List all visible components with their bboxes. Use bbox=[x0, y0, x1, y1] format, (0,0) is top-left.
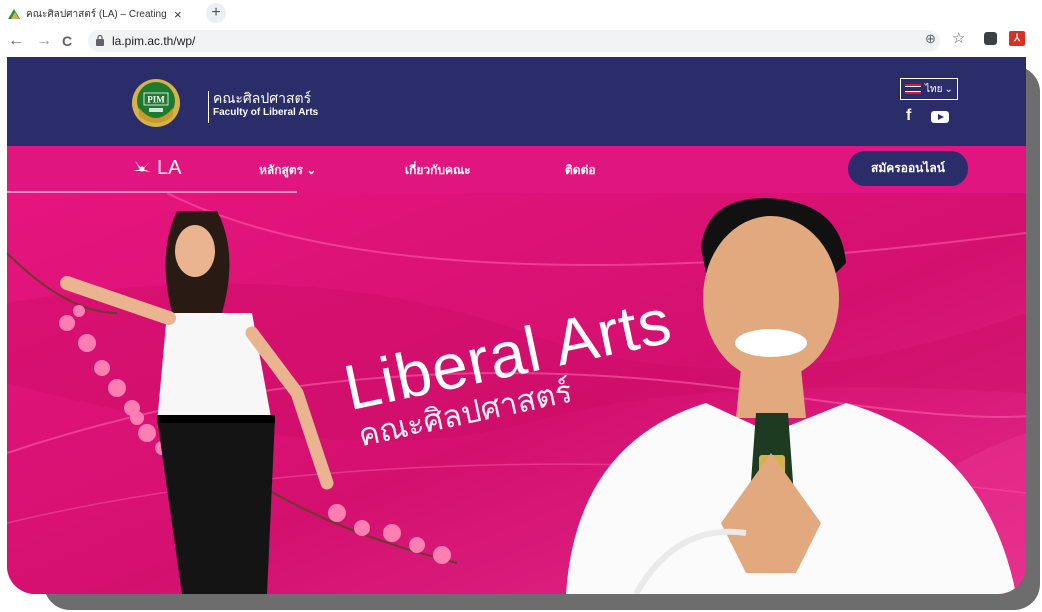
website-viewport: PIM คณะศิลปศาสตร์ Faculty of Liberal Art… bbox=[7, 57, 1026, 594]
faculty-name-english: Faculty of Liberal Arts bbox=[213, 107, 319, 118]
tab-close-icon[interactable]: × bbox=[174, 7, 182, 22]
la-flower-icon bbox=[133, 160, 151, 178]
zoom-icon[interactable]: ⊕ bbox=[925, 31, 936, 47]
male-student-illustration bbox=[566, 198, 1016, 594]
facebook-icon[interactable]: f bbox=[906, 107, 911, 125]
browser-toolbar: ← → C la.pim.ac.th/wp/ bbox=[0, 26, 1042, 56]
main-navigation: LA หลักสูตร ⌄ เกี่ยวกับคณะ ติดต่อ สมัครอ… bbox=[7, 146, 1026, 194]
new-tab-button[interactable]: + bbox=[206, 3, 226, 23]
url-text: la.pim.ac.th/wp/ bbox=[112, 34, 196, 48]
tab-title: คณะศิลปศาสตร์ (LA) – Creating Pro bbox=[26, 8, 166, 20]
language-label: ไทย bbox=[925, 83, 943, 95]
hero-banner: Liberal Arts คณะศิลปศาสตร์ bbox=[7, 193, 1026, 594]
youtube-icon[interactable] bbox=[931, 111, 949, 123]
extension-icon[interactable] bbox=[984, 32, 997, 45]
browser-tab[interactable]: คณะศิลปศาสตร์ (LA) – Creating Pro × bbox=[8, 4, 198, 24]
language-selector[interactable]: ไทย ⌄ bbox=[900, 78, 958, 100]
pdf-extension-icon[interactable]: ⅄ bbox=[1009, 31, 1025, 46]
reload-icon[interactable]: C bbox=[62, 31, 72, 51]
lock-icon bbox=[96, 35, 104, 46]
favicon-icon bbox=[8, 9, 20, 19]
logo-divider bbox=[208, 91, 209, 123]
la-home-link[interactable]: LA bbox=[131, 157, 181, 180]
apply-online-button[interactable]: สมัครออนไลน์ bbox=[848, 151, 968, 186]
nav-item-about[interactable]: เกี่ยวกับคณะ bbox=[405, 161, 471, 180]
la-brand-text: LA bbox=[157, 157, 182, 179]
site-header: PIM คณะศิลปศาสตร์ Faculty of Liberal Art… bbox=[7, 57, 1026, 146]
nav-item-contact[interactable]: ติดต่อ bbox=[565, 161, 596, 180]
address-bar[interactable]: la.pim.ac.th/wp/ bbox=[88, 30, 940, 52]
chevron-down-icon: ⌄ bbox=[944, 83, 953, 95]
back-icon[interactable]: ← bbox=[8, 31, 24, 51]
pim-logo-icon[interactable]: PIM bbox=[131, 78, 181, 128]
svg-text:PIM: PIM bbox=[147, 95, 165, 105]
thai-flag-icon bbox=[905, 84, 921, 95]
tab-strip: คณะศิลปศาสตร์ (LA) – Creating Pro × + bbox=[0, 0, 1042, 26]
bookmark-star-icon[interactable]: ☆ bbox=[952, 29, 965, 47]
nav-item-curriculum[interactable]: หลักสูตร ⌄ bbox=[259, 161, 316, 180]
forward-icon[interactable]: → bbox=[36, 31, 52, 51]
